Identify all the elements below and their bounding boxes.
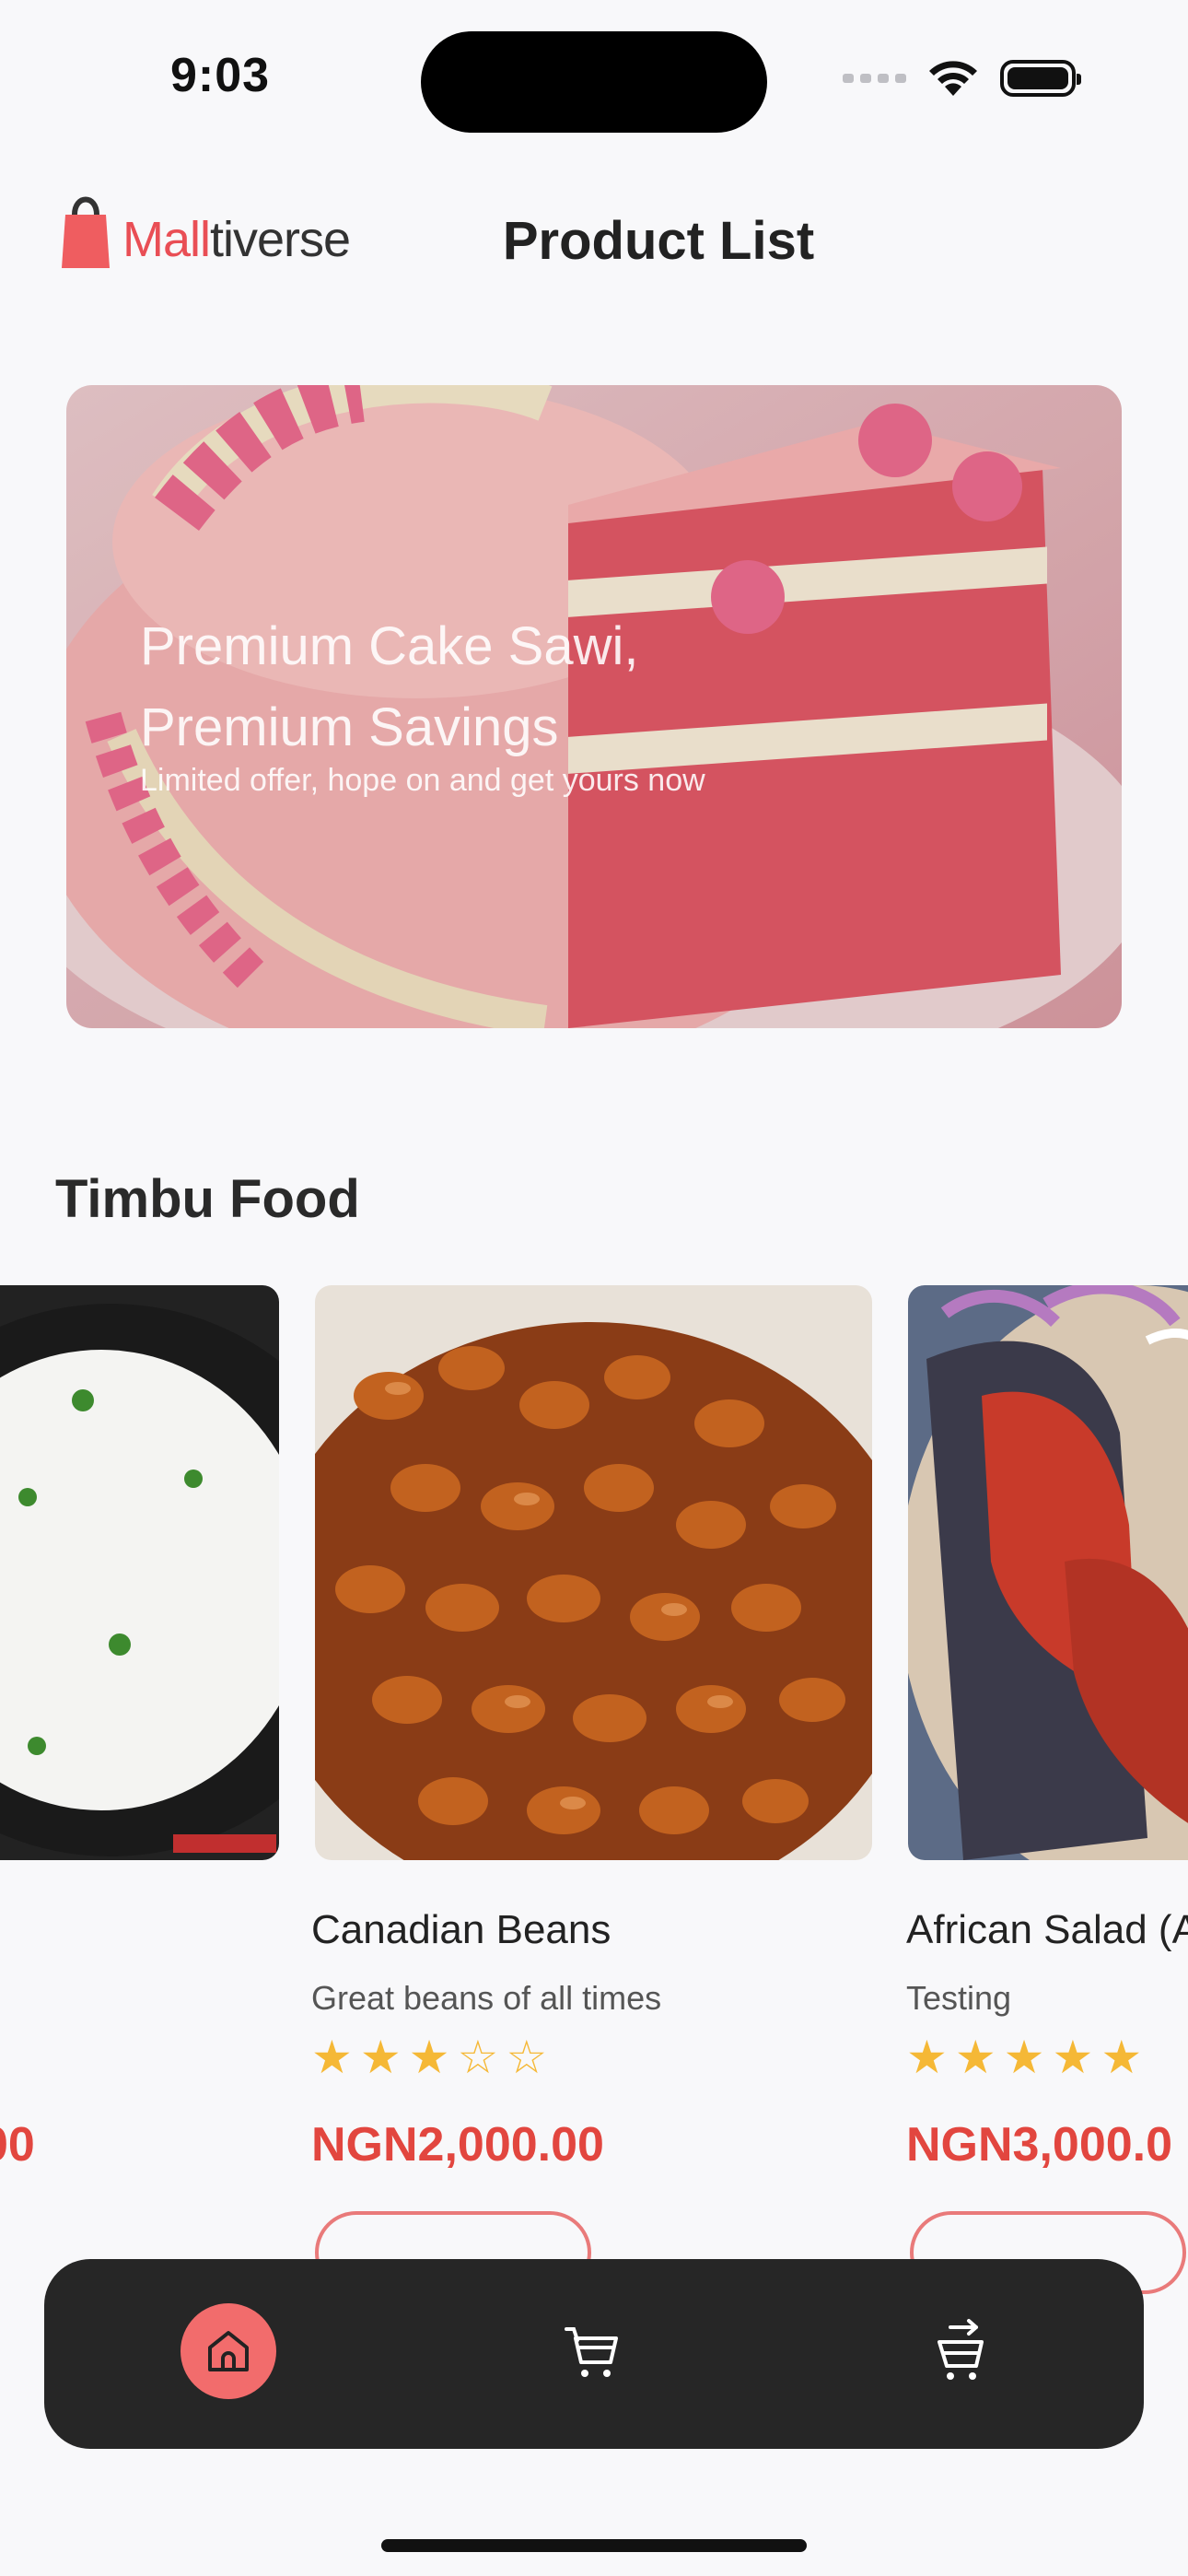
product-name: Canadian Beans (311, 1907, 611, 1952)
page-title: Product List (502, 211, 815, 271)
status-time: 9:03 (170, 49, 271, 102)
cart-icon (565, 2327, 618, 2377)
section-title: Timbu Food (55, 1169, 360, 1229)
nav-cart[interactable] (544, 2303, 640, 2399)
home-icon (208, 2331, 249, 2371)
star-filled-icon: ★ (954, 2032, 996, 2083)
star-empty-icon: ☆ (457, 2032, 499, 2083)
star-filled-icon: ★ (906, 2032, 948, 2083)
product-rating: ★ ★ ★ ☆ ☆ (311, 2034, 547, 2080)
product-name: African Salad (A (906, 1907, 1188, 1952)
banner-title: Premium Cake Sawi, Premium Savings (140, 616, 639, 757)
product-card-image[interactable] (315, 1285, 872, 1860)
nav-checkout[interactable] (912, 2303, 1007, 2399)
dynamic-island (421, 31, 767, 133)
product-price: NGN3,000.0 (906, 2118, 1173, 2172)
product-card-image[interactable] (908, 1285, 1188, 1860)
product-price: NGN2,000.00 (311, 2118, 604, 2172)
product-price: 00 (0, 2118, 35, 2172)
bottom-navigation (44, 2259, 1144, 2449)
star-filled-icon: ★ (1101, 2032, 1143, 2083)
status-icons (843, 55, 1081, 101)
nav-home[interactable] (181, 2303, 276, 2399)
promo-banner[interactable]: Premium Cake Sawi, Premium Savings Limit… (66, 385, 1122, 1028)
product-description: Great beans of all times (311, 1979, 662, 2017)
star-empty-icon: ☆ (506, 2032, 548, 2083)
star-filled-icon: ★ (311, 2032, 353, 2083)
wifi-icon (929, 61, 977, 96)
fish-image (908, 1285, 1188, 1860)
battery-icon (1000, 60, 1081, 97)
rice-image (0, 1285, 279, 1860)
star-filled-icon: ★ (359, 2032, 402, 2083)
checkout-icon (938, 2319, 984, 2380)
product-description: Testing (906, 1979, 1012, 2017)
star-filled-icon: ★ (408, 2032, 450, 2083)
star-filled-icon: ★ (1003, 2032, 1045, 2083)
star-filled-icon: ★ (1052, 2032, 1094, 2083)
banner-subtitle: Limited offer, hope on and get yours now (140, 763, 705, 798)
beans-image (315, 1285, 872, 1860)
home-indicator[interactable] (381, 2539, 807, 2552)
cellular-signal-icon (843, 74, 906, 83)
product-card-image[interactable] (0, 1285, 279, 1860)
product-rating: ★ ★ ★ ★ ★ (906, 2034, 1142, 2080)
